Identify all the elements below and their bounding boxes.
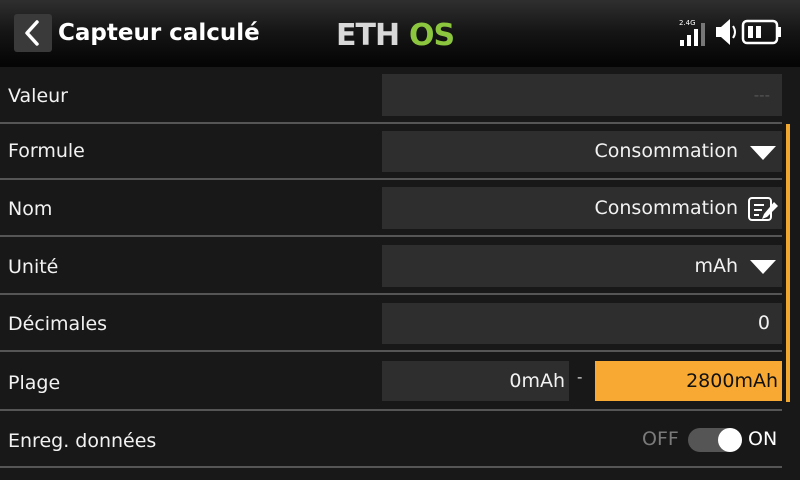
row-divider — [0, 409, 782, 411]
battery-icon — [741, 19, 781, 45]
valeur-label: Valeur — [8, 85, 68, 107]
unite-value: mAh — [694, 255, 738, 277]
plage-label: Plage — [8, 372, 61, 394]
decimales-field[interactable]: 0 — [382, 303, 782, 344]
unite-label: Unité — [8, 256, 59, 278]
decimales-label: Décimales — [8, 313, 108, 335]
row-divider — [0, 235, 782, 237]
nom-value: Consommation — [594, 197, 738, 219]
decimales-value: 0 — [757, 312, 770, 334]
valeur-value: --- — [753, 86, 770, 104]
row-divider — [0, 350, 782, 352]
dropdown-arrow-icon — [750, 260, 776, 274]
header-divider — [0, 64, 800, 67]
formule-value: Consommation — [594, 140, 738, 162]
range-separator: - — [577, 368, 583, 386]
edit-icon — [748, 197, 778, 221]
plage-max-value: 2800mAh — [686, 370, 778, 392]
nom-field[interactable]: Consommation — [382, 187, 782, 229]
valeur-field: --- — [382, 74, 782, 116]
back-button[interactable] — [14, 14, 52, 52]
formule-label: Formule — [8, 140, 85, 162]
svg-text:ETH: ETH — [336, 18, 399, 50]
svg-text:OS: OS — [409, 18, 454, 50]
toggle-on-label: ON — [748, 428, 778, 450]
signal-band-label: 2.4G — [679, 19, 696, 27]
toggle-off-label: OFF — [642, 428, 679, 450]
row-divider — [0, 293, 782, 295]
page-title: Capteur calculé — [58, 20, 260, 46]
row-divider — [0, 178, 782, 180]
plage-min-field[interactable]: 0mAh — [382, 361, 569, 401]
toggle-knob[interactable] — [718, 428, 742, 452]
chevron-left-icon — [25, 20, 39, 46]
status-area: 2.4G — [676, 14, 788, 50]
plage-max-field[interactable]: 2800mAh — [595, 361, 782, 401]
speaker-icon — [716, 19, 736, 45]
unite-dropdown[interactable]: mAh — [382, 245, 782, 287]
ethos-logo: ETH OS — [336, 18, 455, 50]
enreg-label: Enreg. données — [8, 430, 157, 452]
dropdown-arrow-icon — [750, 146, 776, 160]
plage-min-value: 0mAh — [509, 370, 565, 392]
formule-dropdown[interactable]: Consommation — [382, 131, 782, 172]
header-bar: Capteur calculé ETH OS 2.4G — [0, 0, 800, 64]
scrollbar[interactable] — [786, 124, 790, 402]
row-divider — [0, 122, 782, 124]
nom-label: Nom — [8, 198, 53, 220]
row-divider — [0, 466, 782, 468]
